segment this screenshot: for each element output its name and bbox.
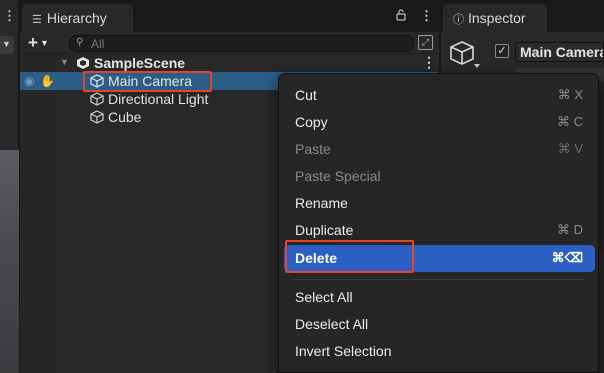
menu-item-invert-selection[interactable]: Invert Selection: [284, 338, 595, 365]
pickable-hand-icon[interactable]: ✋: [40, 74, 55, 88]
unity-scene-icon: [77, 57, 89, 69]
expand-arrow-icon[interactable]: ▼: [60, 57, 69, 67]
annotation-highlight-box: [83, 71, 212, 92]
scene-options-icon[interactable]: ⋮: [422, 54, 436, 71]
object-name-field[interactable]: Main Camera: [515, 42, 604, 62]
scene-row[interactable]: ▼ SampleScene ⋮: [20, 54, 439, 72]
tab-hierarchy[interactable]: ☰ Hierarchy: [22, 4, 133, 32]
tab-hierarchy-label: Hierarchy: [46, 10, 107, 26]
menu-item-cut[interactable]: Cut ⌘ X: [284, 82, 595, 109]
menu-item-shortcut: ⌘⌫: [551, 250, 583, 265]
menu-item-label: Copy: [295, 114, 328, 130]
menu-item-label: Duplicate: [295, 222, 354, 238]
lock-icon[interactable]: [396, 9, 406, 24]
menu-item-paste-special: Paste Special: [284, 163, 595, 190]
scene-name: SampleScene: [94, 55, 186, 71]
info-icon: ⓘ: [453, 14, 464, 26]
add-object-button[interactable]: + ▼: [28, 34, 49, 52]
menu-item-label: Rename: [295, 195, 348, 211]
hierarchy-tab-bar: ☰ Hierarchy ⋮: [20, 0, 439, 32]
left-panel-edge: ⋮ ▼: [0, 0, 19, 373]
hierarchy-toolbar: +▼ ⚲ ⤢: [20, 32, 439, 54]
menu-item-delete[interactable]: Delete ⌘⌫: [284, 240, 595, 273]
menu-item-label: Select All: [295, 289, 353, 305]
scene-view-preview: [0, 150, 19, 373]
kebab-menu-icon[interactable]: ⋮: [3, 8, 16, 24]
inspector-tab-bar: ⓘ Inspector: [441, 0, 604, 32]
chevron-down-icon: ▼: [2, 39, 11, 49]
eye-icon[interactable]: ◉: [24, 74, 34, 88]
menu-item-shortcut: ⌘ D: [557, 222, 583, 237]
search-icon: ⚲: [76, 37, 84, 48]
menu-item-shortcut: ⌘ C: [557, 114, 583, 129]
menu-item-paste: Paste ⌘ V: [284, 136, 595, 163]
menu-item-label: Paste Special: [295, 168, 381, 184]
tab-inspector[interactable]: ⓘ Inspector: [443, 4, 547, 32]
hierarchy-search[interactable]: ⚲: [69, 35, 414, 52]
active-checkbox[interactable]: ✓: [495, 44, 509, 58]
hierarchy-list-icon: ☰: [32, 14, 42, 26]
menu-item-label: Invert Selection: [295, 343, 392, 359]
context-menu: Cut ⌘ X Copy ⌘ C Paste ⌘ V Paste Special…: [278, 73, 599, 373]
annotation-highlight-box: [285, 240, 414, 273]
gameobject-cube-icon: [90, 110, 104, 124]
search-filter-icon[interactable]: ⤢: [418, 35, 433, 50]
item-label: Cube: [108, 109, 142, 125]
dropdown-button[interactable]: ▼: [0, 36, 14, 54]
menu-separator: [294, 279, 585, 280]
tab-inspector-label: Inspector: [468, 10, 526, 26]
gameobject-cube-icon: [450, 41, 480, 68]
menu-item-label: Paste: [295, 141, 331, 157]
menu-item-shortcut: ⌘ X: [557, 87, 583, 102]
menu-item-deselect-all[interactable]: Deselect All: [284, 311, 595, 338]
gameobject-cube-icon: [90, 92, 104, 106]
menu-item-shortcut: ⌘ V: [557, 141, 583, 156]
menu-item-select-all[interactable]: Select All: [284, 284, 595, 311]
menu-item-rename[interactable]: Rename: [284, 190, 595, 217]
menu-item-label: Deselect All: [295, 316, 369, 332]
chevron-down-icon: ▼: [39, 38, 49, 49]
menu-item-copy[interactable]: Copy ⌘ C: [284, 109, 595, 136]
item-label: Directional Light: [108, 91, 209, 107]
panel-options-icon[interactable]: ⋮: [420, 8, 433, 24]
menu-item-label: Cut: [295, 87, 317, 103]
search-input[interactable]: [91, 37, 391, 50]
